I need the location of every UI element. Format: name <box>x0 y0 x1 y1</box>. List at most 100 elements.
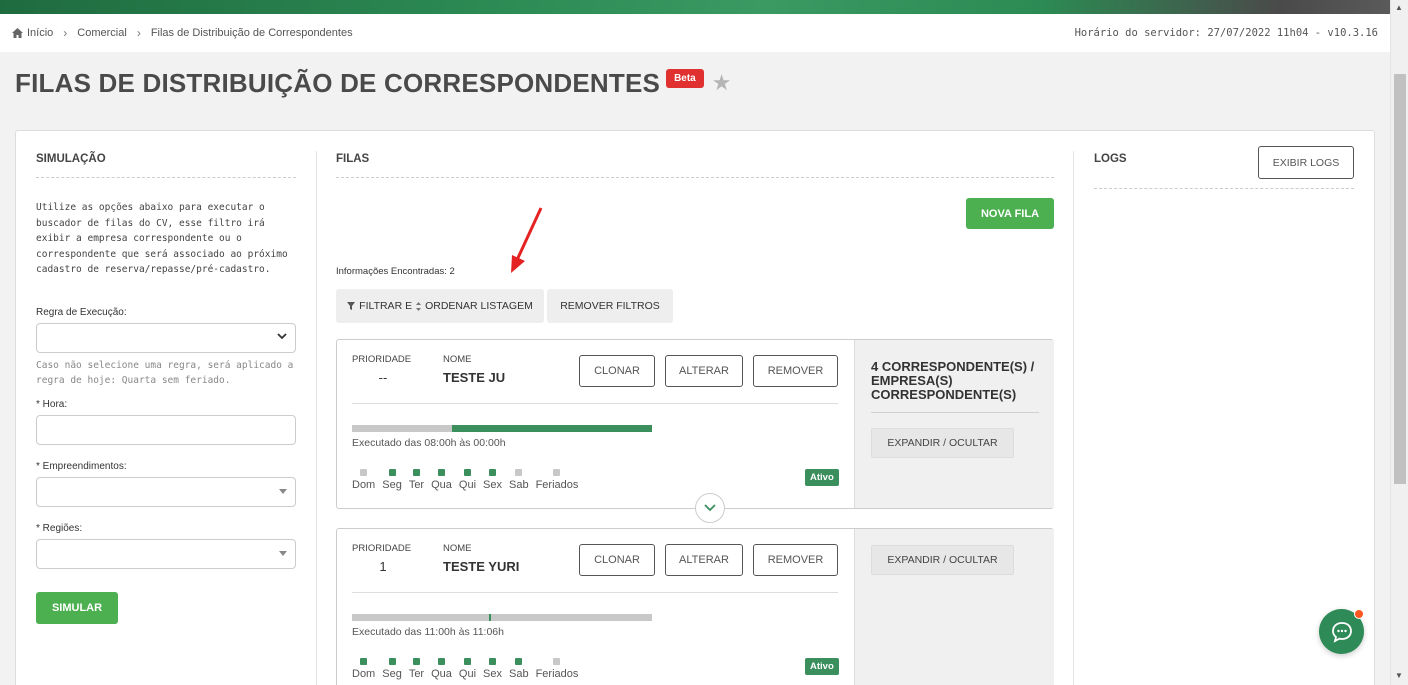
simulation-heading: SIMULAÇÃO <box>36 131 296 178</box>
chat-bubble-icon <box>1331 621 1352 643</box>
queue-correspondents-panel: 4 CORRESPONDENTE(S) / EMPRESA(S) CORRESP… <box>854 340 1054 508</box>
day-qua: Qua <box>431 469 452 491</box>
divider <box>352 403 838 404</box>
show-logs-button[interactable]: EXIBIR LOGS <box>1258 146 1354 179</box>
day-label: Seg <box>382 479 402 491</box>
queue-card: PRIORIDADE -- NOME TESTE JU CLONAR ALTER… <box>336 339 1054 523</box>
schedule-bar <box>352 614 652 621</box>
breadcrumb: Início › Comercial › Filas de Distribuiç… <box>0 14 1390 52</box>
remove-filters-button[interactable]: REMOVER FILTROS <box>547 289 673 323</box>
day-indicator <box>515 469 523 476</box>
regioes-select[interactable] <box>36 538 296 569</box>
regioes-label: * Regiões: <box>36 522 83 534</box>
day-label: Dom <box>352 668 376 680</box>
day-qui: Qui <box>459 469 476 491</box>
results-count: Informações Encontradas: 2 <box>336 266 455 277</box>
day-qua: Qua <box>431 658 452 680</box>
queues-panel: FILAS NOVA FILA Informações Encontradas:… <box>336 131 1054 685</box>
day-label: Sex <box>483 479 502 491</box>
priority-label: PRIORIDADE <box>352 354 412 365</box>
name-label: NOME <box>443 543 472 554</box>
day-indicator <box>437 469 445 476</box>
priority-value: 1 <box>379 559 387 574</box>
breadcrumb-current: Filas de Distribuição de Correspondentes <box>150 27 353 39</box>
day-label: Feriados <box>535 479 579 491</box>
day-feriados: Feriados <box>535 469 579 491</box>
day-indicator <box>412 469 420 476</box>
day-seg: Seg <box>382 658 402 680</box>
hora-input[interactable] <box>36 414 296 445</box>
sort-label: ORDENAR LISTAGEM <box>425 300 533 312</box>
day-indicator <box>553 469 561 476</box>
day-label: Feriados <box>535 668 579 680</box>
chevron-right-icon: › <box>63 26 68 40</box>
name-label: NOME <box>443 354 472 365</box>
day-indicator <box>412 658 420 665</box>
day-label: Sab <box>508 668 529 680</box>
breadcrumb-home[interactable]: Início <box>12 27 53 39</box>
day-label: Qui <box>458 479 477 491</box>
day-indicator <box>463 469 471 476</box>
notification-dot <box>1354 609 1364 619</box>
divider <box>1094 188 1354 189</box>
edit-button[interactable]: ALTERAR <box>665 355 743 387</box>
day-sab: Sab <box>509 469 529 491</box>
home-icon <box>12 28 23 38</box>
column-divider <box>1073 151 1074 685</box>
clone-button[interactable]: CLONAR <box>579 355 655 387</box>
simulation-description: Utilize as opções abaixo para executar o… <box>36 202 288 275</box>
queue-name: TESTE YURI <box>443 559 520 574</box>
day-indicator <box>515 658 523 665</box>
page-title-row: FILAS DE DISTRIBUIÇÃO DE CORRESPONDENTES… <box>15 68 731 99</box>
filter-icon <box>347 302 356 310</box>
scroll-up-icon[interactable]: ▲ <box>1395 3 1403 12</box>
execution-time: Executado das 08:00h às 00:00h <box>352 437 506 449</box>
day-indicator <box>360 658 368 665</box>
day-label: Sab <box>508 479 529 491</box>
expand-chevron-icon[interactable] <box>695 493 725 523</box>
day-label: Qui <box>458 668 477 680</box>
day-label: Sex <box>483 668 502 680</box>
day-indicator <box>437 658 445 665</box>
day-indicator <box>553 658 561 665</box>
schedule-bar-fill <box>489 614 491 621</box>
queue-name: TESTE JU <box>443 370 506 385</box>
day-label: Qua <box>431 479 452 491</box>
remove-button[interactable]: REMOVER <box>753 544 838 576</box>
expand-collapse-button[interactable]: EXPANDIR / OCULTAR <box>871 428 1014 458</box>
day-indicator <box>388 469 396 476</box>
remove-button[interactable]: REMOVER <box>753 355 838 387</box>
page-scrollbar[interactable]: ▲ ▼ <box>1390 0 1408 685</box>
simular-button[interactable]: SIMULAR <box>36 591 118 624</box>
clone-button[interactable]: CLONAR <box>579 544 655 576</box>
filter-sort-button[interactable]: FILTRAR E ORDENAR LISTAGEM <box>336 289 544 323</box>
scrollbar-thumb[interactable] <box>1394 74 1406 484</box>
edit-button[interactable]: ALTERAR <box>665 544 743 576</box>
star-favorite-icon[interactable]: ★ <box>712 70 732 96</box>
day-dom: Dom <box>352 658 375 680</box>
annotation-arrow <box>511 207 543 273</box>
day-indicator <box>360 469 368 476</box>
new-queue-button[interactable]: NOVA FILA <box>966 198 1054 229</box>
expand-collapse-button[interactable]: EXPANDIR / OCULTAR <box>871 545 1014 575</box>
queue-correspondents-panel: EXPANDIR / OCULTAR <box>854 529 1054 685</box>
day-ter: Ter <box>409 469 424 491</box>
breadcrumb-home-label: Início <box>27 27 54 39</box>
regra-select[interactable] <box>36 322 296 353</box>
priority-value: -- <box>378 370 388 385</box>
correspondents-count: 4 CORRESPONDENTE(S) / EMPRESA(S) CORRESP… <box>871 359 1035 402</box>
scroll-down-icon[interactable]: ▼ <box>1395 671 1403 680</box>
priority-label: PRIORIDADE <box>352 543 412 554</box>
day-label: Ter <box>408 668 425 680</box>
day-sex: Sex <box>483 658 502 680</box>
day-dom: Dom <box>352 469 375 491</box>
column-divider <box>316 151 317 685</box>
queues-heading: FILAS <box>336 131 1054 178</box>
day-sex: Sex <box>483 469 502 491</box>
schedule-bar-fill <box>452 425 652 432</box>
divider <box>871 412 1039 413</box>
caret-down-icon <box>279 488 287 494</box>
breadcrumb-comercial[interactable]: Comercial <box>77 27 127 39</box>
day-qui: Qui <box>459 658 476 680</box>
empreendimentos-select[interactable] <box>36 476 296 507</box>
